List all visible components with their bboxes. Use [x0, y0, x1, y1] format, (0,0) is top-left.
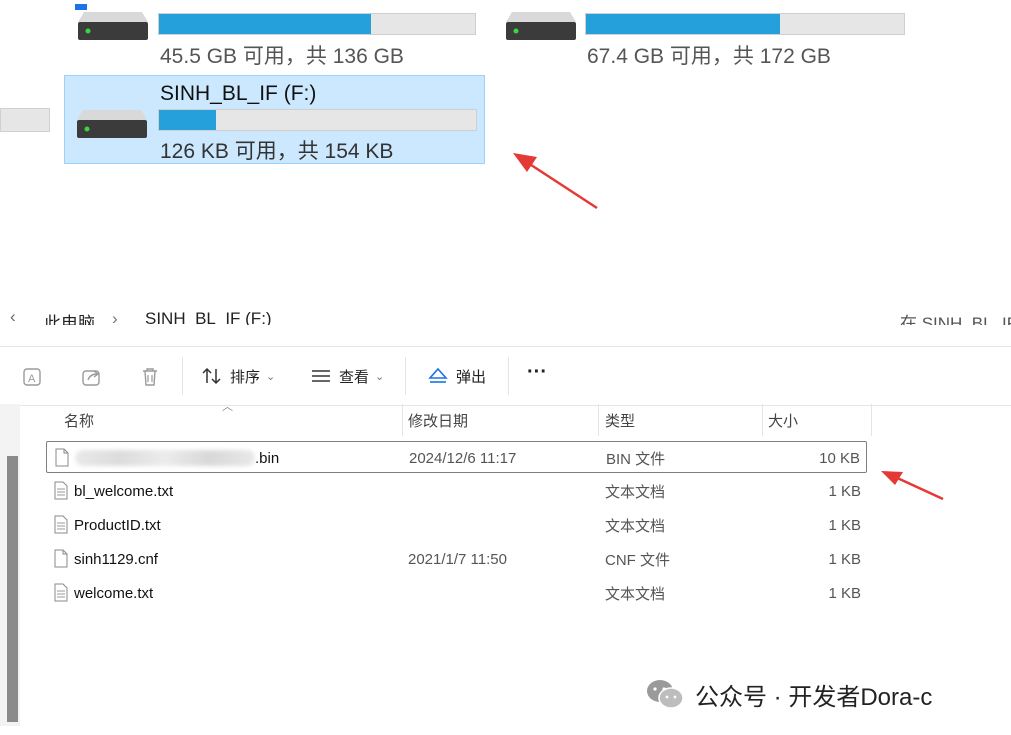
file-row[interactable]: ProductID.txt 文本文档 1 KB	[46, 509, 867, 541]
file-name: .bin	[75, 442, 279, 474]
drive-name: SINH_BL_IF (F:)	[160, 82, 317, 105]
file-size: 1 KB	[828, 584, 861, 602]
drive-tile-f[interactable]: SINH_BL_IF (F:) 126 KB 可用，共 154 KB	[64, 75, 485, 164]
breadcrumb-this-pc[interactable]: 此电脑	[44, 309, 95, 325]
address-bar[interactable]: ‹ 此电脑 › SINH_BL_IF (F:) 在 SINH_BL_IF	[0, 305, 1011, 325]
delete-icon[interactable]	[138, 365, 162, 389]
hard-drive-icon	[506, 12, 576, 40]
file-type: 文本文档	[605, 585, 666, 603]
sort-ascending-icon: ︿	[222, 401, 233, 413]
file-name: welcome.txt	[74, 584, 154, 602]
annotation-arrow	[513, 153, 598, 210]
drive-usage-bar	[585, 13, 905, 35]
hard-drive-icon	[78, 12, 148, 40]
column-divider[interactable]	[762, 404, 763, 436]
rename-icon[interactable]: A	[21, 365, 45, 389]
text-file-icon	[54, 583, 68, 602]
toolbar-divider	[508, 357, 509, 395]
column-header-size[interactable]: 大小	[768, 404, 798, 436]
svg-text:A: A	[28, 373, 36, 385]
file-name: sinh1129.cnf	[74, 550, 158, 568]
file-name: bl_welcome.txt	[74, 482, 174, 500]
view-icon	[312, 370, 330, 382]
file-type: BIN 文件	[606, 450, 666, 468]
file-date: 2021/1/7 11:50	[408, 550, 507, 568]
watermark-text: 公众号 · 开发者Dora-c	[695, 683, 933, 711]
breadcrumb-separator: ›	[112, 309, 118, 325]
file-row[interactable]: sinh1129.cnf 2021/1/7 11:50 CNF 文件 1 KB	[46, 543, 867, 575]
eject-icon	[428, 367, 448, 383]
file-name-visible: .bin	[255, 449, 280, 467]
annotation-arrow	[881, 471, 944, 501]
file-type: CNF 文件	[605, 551, 670, 569]
file-icon	[55, 448, 69, 467]
file-icon	[54, 549, 68, 568]
sort-button[interactable]: 排序 ⌄	[202, 363, 275, 389]
file-row[interactable]: .bin 2024/12/6 11:17 BIN 文件 10 KB	[46, 441, 867, 473]
sort-icon	[202, 367, 221, 385]
wechat-icon	[647, 680, 684, 709]
drive-space-info: 126 KB 可用，共 154 KB	[160, 140, 394, 163]
eject-label: 弹出	[456, 368, 487, 386]
file-date: 2024/12/6 11:17	[409, 449, 517, 467]
drive-tile-c[interactable]: 45.5 GB 可用，共 136 GB	[66, 0, 486, 70]
scrollbar-thumb[interactable]	[7, 456, 18, 722]
drive-usage-fill	[159, 110, 217, 130]
column-header-type[interactable]: 类型	[605, 404, 635, 436]
sort-label: 排序	[230, 368, 261, 386]
search-box[interactable]: 在 SINH_BL_IF	[900, 309, 1011, 325]
redacted-text	[75, 450, 255, 466]
toolbar-divider	[405, 357, 406, 395]
toolbar-divider	[182, 357, 183, 395]
partial-drive-bar	[0, 108, 50, 132]
view-label: 查看	[339, 368, 370, 386]
file-size: 1 KB	[828, 516, 861, 534]
drive-usage-bar	[158, 13, 476, 35]
column-header-date[interactable]: 修改日期	[408, 404, 468, 436]
column-divider[interactable]	[598, 404, 599, 436]
back-chevron-icon[interactable]: ‹	[10, 307, 16, 325]
file-type: 文本文档	[605, 483, 666, 501]
chevron-down-icon: ⌄	[375, 370, 385, 383]
command-bar: A 排序 ⌄ 查看 ⌄ 弹出 ···	[0, 346, 1011, 406]
drive-usage-fill	[159, 14, 371, 34]
file-row[interactable]: welcome.txt 文本文档 1 KB	[46, 577, 867, 609]
drive-space-info: 45.5 GB 可用，共 136 GB	[160, 45, 404, 68]
view-button[interactable]: 查看 ⌄	[311, 363, 384, 389]
hard-drive-icon	[77, 110, 147, 138]
watermark: 公众号 · 开发者Dora-c	[645, 676, 932, 712]
more-options-label: ···	[527, 360, 547, 383]
column-divider[interactable]	[871, 404, 872, 436]
file-row[interactable]: bl_welcome.txt 文本文档 1 KB	[46, 475, 867, 507]
drive-usage-fill	[586, 14, 780, 34]
eject-button[interactable]: 弹出	[428, 363, 486, 389]
file-size: 1 KB	[828, 550, 861, 568]
column-header-name[interactable]: 名称	[64, 404, 94, 436]
drive-space-info: 67.4 GB 可用，共 172 GB	[587, 45, 831, 68]
drive-tile-d[interactable]: 67.4 GB 可用，共 172 GB	[494, 0, 914, 70]
file-type: 文本文档	[605, 517, 666, 535]
chevron-down-icon: ⌄	[266, 370, 276, 383]
text-file-icon	[54, 515, 68, 534]
column-divider[interactable]	[402, 404, 403, 436]
file-size: 1 KB	[828, 482, 861, 500]
file-name: ProductID.txt	[74, 516, 161, 534]
share-icon[interactable]	[80, 365, 104, 389]
breadcrumb-current[interactable]: SINH_BL_IF (F:)	[145, 309, 272, 325]
drive-usage-bar	[158, 109, 477, 131]
file-size: 10 KB	[819, 449, 860, 467]
text-file-icon	[54, 481, 68, 500]
more-options-button[interactable]: ···	[527, 359, 547, 385]
